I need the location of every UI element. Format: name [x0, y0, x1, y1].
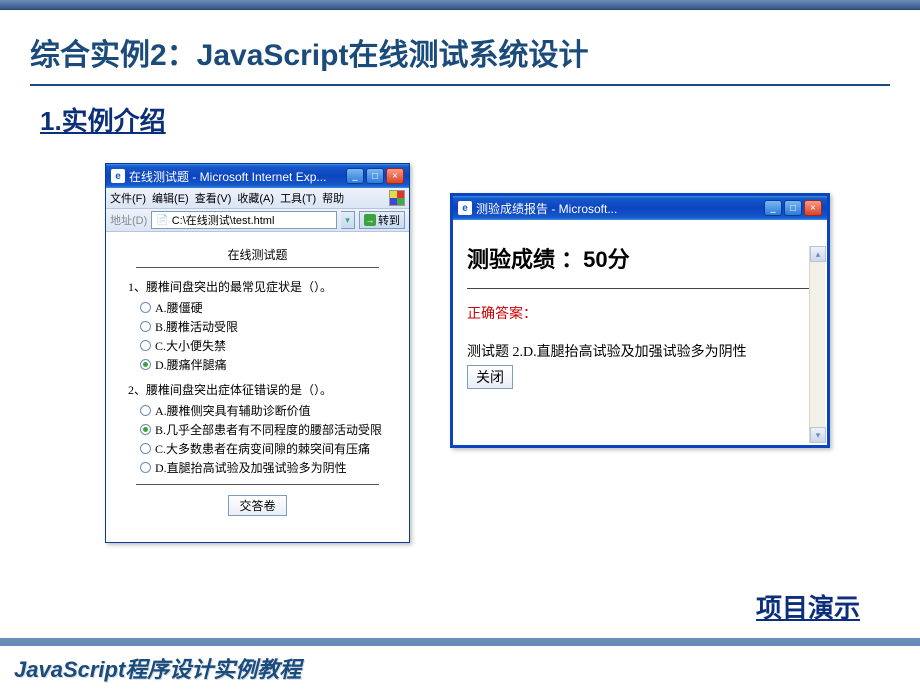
radio-icon [140, 302, 151, 313]
result-window-title: 测验成绩报告 - Microsoft... [476, 200, 760, 217]
q2-opt-c-label: C.大多数患者在病变间隙的棘突间有压痛 [155, 440, 370, 457]
question-2-options: A.腰椎侧突具有辅助诊断价值 B.几乎全部患者有不同程度的腰部活动受限 C.大多… [140, 402, 397, 476]
title-rule [30, 84, 890, 86]
minimize-button[interactable]: _ [764, 200, 782, 216]
radio-icon [140, 443, 151, 454]
project-demo-link[interactable]: 项目演示 [756, 588, 860, 625]
close-button[interactable]: × [804, 200, 822, 216]
ie-menubar: 文件(F) 编辑(E) 查看(V) 收藏(A) 工具(T) 帮助 [106, 188, 409, 209]
q1-option-d[interactable]: D.腰痛伴腿痛 [140, 356, 397, 373]
scrollbar[interactable]: ▴ ▾ [809, 246, 825, 443]
scroll-down-button[interactable]: ▾ [810, 427, 826, 443]
menu-tools[interactable]: 工具(T) [280, 190, 316, 206]
q2-opt-a-label: A.腰椎侧突具有辅助诊断价值 [155, 402, 311, 419]
quiz-browser-window: e 在线测试题 - Microsoft Internet Exp... _ □ … [105, 163, 410, 543]
submit-row: 交答卷 [118, 495, 397, 516]
close-button[interactable]: × [386, 168, 404, 184]
result-rule [467, 288, 813, 289]
q1-opt-a-label: A.腰僵硬 [155, 299, 203, 316]
result-page-content: 测验成绩 ：50分 正确答案： 测试题 2.D.直腿抬高试验及加强试验多为阴性 … [453, 220, 827, 445]
minimize-button[interactable]: _ [346, 168, 364, 184]
question-1-options: A.腰僵硬 B.腰椎活动受限 C.大小便失禁 D.腰痛伴腿痛 [140, 299, 397, 373]
document-icon: 📄 [156, 215, 168, 226]
close-result-button[interactable]: 关闭 [467, 365, 513, 389]
score-prefix: 测验成绩 ： [467, 247, 583, 272]
address-input[interactable]: 📄 C:\在线测试\test.html [151, 211, 337, 229]
address-label: 地址(D) [110, 212, 147, 228]
menu-favorites[interactable]: 收藏(A) [237, 190, 274, 206]
quiz-rule [136, 267, 379, 268]
windows-logo-icon [389, 190, 405, 206]
quiz-titlebar: e 在线测试题 - Microsoft Internet Exp... _ □ … [106, 164, 409, 188]
result-browser-window: e 测验成绩报告 - Microsoft... _ □ × 测验成绩 ：50分 … [450, 193, 830, 448]
go-label: 转到 [378, 212, 400, 228]
result-titlebar: e 测验成绩报告 - Microsoft... _ □ × [453, 196, 827, 220]
radio-icon [140, 340, 151, 351]
maximize-button[interactable]: □ [784, 200, 802, 216]
quiz-rule-2 [136, 484, 379, 485]
q2-opt-d-label: D.直腿抬高试验及加强试验多为阴性 [155, 459, 347, 476]
ie-icon: e [111, 169, 125, 183]
go-button[interactable]: → 转到 [359, 211, 405, 229]
correct-answer-label: 正确答案： [467, 303, 813, 323]
footer-text: JavaScript程序设计实例教程 [14, 652, 906, 684]
go-arrow-icon: → [364, 214, 376, 226]
quiz-heading: 在线测试题 [118, 246, 397, 263]
question-2-prompt: 2、腰椎间盘突出症体征错误的是（）。 [128, 381, 397, 398]
answer-line: 测试题 2.D.直腿抬高试验及加强试验多为阴性 [467, 341, 813, 361]
q2-option-b[interactable]: B.几乎全部患者有不同程度的腰部活动受限 [140, 421, 397, 438]
section-heading: 1.实例介绍 [40, 101, 880, 138]
radio-icon-checked [140, 359, 151, 370]
radio-icon [140, 321, 151, 332]
question-1-prompt: 1、腰椎间盘突出的最常见症状是（）。 [128, 278, 397, 295]
maximize-button[interactable]: □ [366, 168, 384, 184]
q1-option-c[interactable]: C.大小便失禁 [140, 337, 397, 354]
menu-help[interactable]: 帮助 [322, 190, 344, 206]
q1-opt-d-label: D.腰痛伴腿痛 [155, 356, 227, 373]
address-dropdown-button[interactable]: ▾ [341, 211, 355, 229]
quiz-page-content: 在线测试题 1、腰椎间盘突出的最常见症状是（）。 A.腰僵硬 B.腰椎活动受限 … [106, 232, 409, 542]
menu-edit[interactable]: 编辑(E) [152, 190, 189, 206]
quiz-window-title: 在线测试题 - Microsoft Internet Exp... [129, 168, 342, 185]
slide-title: 综合实例2：JavaScript在线测试系统设计 [30, 30, 890, 74]
slide-footer: JavaScript程序设计实例教程 [0, 638, 920, 690]
radio-icon-checked [140, 424, 151, 435]
ie-address-bar: 地址(D) 📄 C:\在线测试\test.html ▾ → 转到 [106, 209, 409, 232]
window-controls: _ □ × [346, 168, 404, 184]
radio-icon [140, 405, 151, 416]
q1-option-b[interactable]: B.腰椎活动受限 [140, 318, 397, 335]
window-controls: _ □ × [764, 200, 822, 216]
address-value: C:\在线测试\test.html [172, 212, 275, 228]
slide-top-bar [0, 0, 920, 10]
q2-option-c[interactable]: C.大多数患者在病变间隙的棘突间有压痛 [140, 440, 397, 457]
ie-icon: e [458, 201, 472, 215]
scroll-up-button[interactable]: ▴ [810, 246, 826, 262]
q1-opt-b-label: B.腰椎活动受限 [155, 318, 238, 335]
screenshots-area: e 在线测试题 - Microsoft Internet Exp... _ □ … [0, 163, 920, 543]
radio-icon [140, 462, 151, 473]
q2-option-a[interactable]: A.腰椎侧突具有辅助诊断价值 [140, 402, 397, 419]
q2-option-d[interactable]: D.直腿抬高试验及加强试验多为阴性 [140, 459, 397, 476]
score-line: 测验成绩 ：50分 [467, 242, 813, 274]
q1-option-a[interactable]: A.腰僵硬 [140, 299, 397, 316]
q1-opt-c-label: C.大小便失禁 [155, 337, 226, 354]
menu-file[interactable]: 文件(F) [110, 190, 146, 206]
q2-opt-b-label: B.几乎全部患者有不同程度的腰部活动受限 [155, 421, 382, 438]
menu-view[interactable]: 查看(V) [195, 190, 232, 206]
score-value: 50分 [583, 247, 629, 272]
submit-button[interactable]: 交答卷 [228, 495, 286, 516]
